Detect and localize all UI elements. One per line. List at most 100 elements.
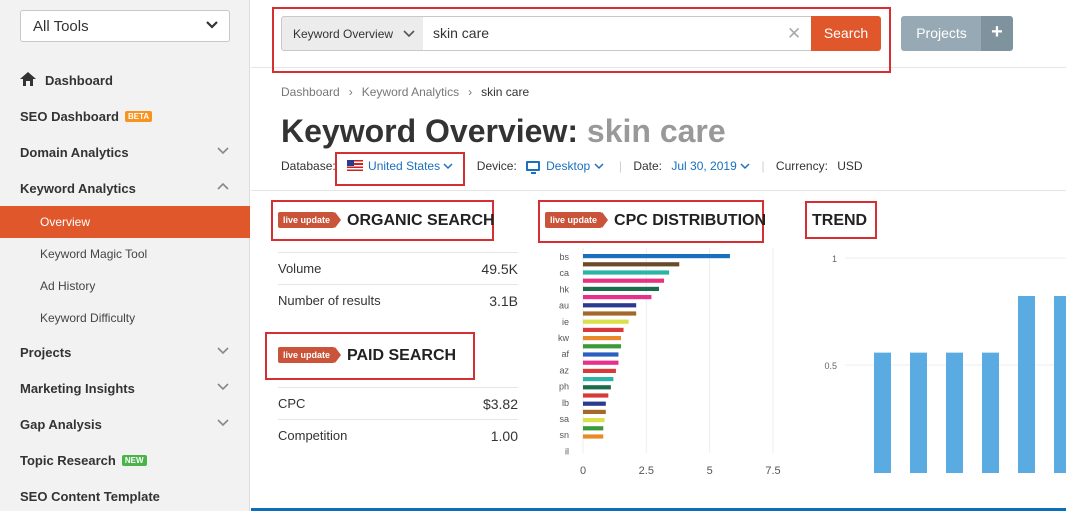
chevron-down-icon — [216, 417, 230, 432]
metric-value: 49.5K — [481, 260, 518, 277]
chevron-down-icon — [216, 345, 230, 360]
cpc-distribution-chart: bs ca hk au ie kw af az ph lb sa sn il 0 2.5 5 7.5 — [558, 248, 781, 477]
sidebar-item-label: Keyword Difficulty — [40, 311, 136, 325]
metric-value: 3.1B — [489, 292, 518, 309]
metric-row: Competition 1.00 — [278, 419, 518, 451]
search-input[interactable]: skin care — [423, 16, 812, 51]
x-tick-label: 2.5 — [639, 465, 654, 477]
category-label: sa — [559, 414, 569, 424]
live-update-badge: live update — [278, 212, 342, 228]
sidebar-item-seo-dashboard[interactable]: SEO Dashboard BETA — [0, 100, 250, 132]
cpc-bar — [583, 311, 637, 316]
breadcrumb-link[interactable]: Dashboard — [281, 85, 340, 99]
add-project-button[interactable]: + — [981, 16, 1013, 51]
x-tick-label: 0 — [580, 465, 586, 477]
sidebar-item-label: Overview — [40, 215, 91, 229]
cpc-bar — [583, 344, 621, 349]
cpc-bar — [583, 319, 629, 324]
organic-search-title: ORGANIC SEARCH — [347, 212, 495, 229]
category-label: au — [559, 301, 569, 311]
sidebar-item-label: SEO Content Template — [20, 488, 160, 504]
beta-badge: BETA — [124, 110, 153, 122]
cpc-bar — [583, 262, 680, 267]
sidebar-item-ad-history[interactable]: Ad History — [0, 270, 250, 302]
device-select[interactable]: Desktop — [526, 159, 607, 174]
trend-bar — [910, 352, 927, 473]
cpc-bar — [583, 303, 637, 308]
trend-bar — [874, 352, 891, 473]
metric-row: Volume 49.5K — [278, 252, 518, 284]
currency-label: Currency: — [775, 159, 828, 173]
live-update-badge: live update — [545, 212, 609, 228]
new-badge: NEW — [121, 454, 147, 466]
tools-select[interactable]: All Tools — [20, 10, 230, 42]
device-label: Device: — [476, 159, 517, 173]
sidebar-item-keyword-analytics[interactable]: Keyword Analytics — [0, 172, 250, 204]
cpc-bar — [583, 295, 652, 300]
breadcrumb-current: skin care — [481, 85, 530, 99]
sidebar-item-topic-research[interactable]: Topic Research NEW — [0, 444, 250, 476]
sidebar: All Tools Dashboard SEO Dashboard BETA D… — [0, 0, 250, 511]
sidebar-item-overview[interactable]: Overview — [0, 206, 250, 238]
projects-button[interactable]: Projects — [901, 16, 982, 51]
category-label: ie — [562, 317, 569, 327]
currency-value: USD — [837, 159, 863, 173]
paid-search-title: PAID SEARCH — [347, 347, 457, 364]
metric-value: $3.82 — [482, 395, 518, 412]
sidebar-item-projects[interactable]: Projects — [0, 336, 250, 368]
metric-label: Competition — [278, 428, 348, 443]
page-title: Keyword Overview: skin care — [281, 113, 726, 150]
breadcrumb: Dashboard › Keyword Analytics › skin care — [281, 85, 529, 99]
chevron-up-icon — [216, 181, 230, 196]
sidebar-item-keyword-difficulty[interactable]: Keyword Difficulty — [0, 302, 250, 334]
organic-search-heading: live update ORGANIC SEARCH — [278, 212, 495, 230]
sidebar-item-label: Keyword Magic Tool — [40, 247, 148, 261]
metric-label: CPC — [278, 396, 306, 411]
page-title-keyword: skin care — [586, 113, 726, 149]
cpc-bar — [583, 401, 606, 406]
sidebar-item-marketing-insights[interactable]: Marketing Insights — [0, 372, 250, 404]
chevron-down-icon — [403, 28, 415, 42]
close-icon[interactable]: ✕ — [787, 24, 801, 44]
tools-select-label: All Tools — [33, 18, 89, 35]
category-label: bs — [559, 252, 569, 262]
metric-label: Number of results — [278, 293, 381, 308]
category-label: il — [565, 446, 569, 456]
breadcrumb-link[interactable]: Keyword Analytics — [362, 85, 459, 99]
sidebar-item-domain-analytics[interactable]: Domain Analytics — [0, 136, 250, 168]
search-type-label: Keyword Overview — [293, 27, 394, 41]
sidebar-item-gap-analysis[interactable]: Gap Analysis — [0, 408, 250, 440]
cpc-bar — [583, 377, 614, 382]
cpc-bar — [583, 426, 604, 431]
sidebar-item-seo-content-template[interactable]: SEO Content Template — [0, 480, 250, 512]
trend-bar — [1018, 296, 1035, 473]
date-label: Date: — [633, 159, 663, 173]
trend-title: TREND — [812, 212, 868, 229]
search-button[interactable]: Search — [811, 16, 881, 51]
metric-row: CPC $3.82 — [278, 387, 518, 419]
x-tick-label: 7.5 — [765, 465, 780, 477]
sidebar-item-label: Dashboard — [45, 72, 113, 88]
y-tick-label: 1 — [832, 254, 837, 264]
chevron-right-icon: › — [468, 85, 473, 99]
category-label: ph — [559, 382, 569, 392]
device-value: Desktop — [546, 159, 591, 173]
cpc-bar — [583, 368, 616, 373]
sidebar-item-keyword-magic-tool[interactable]: Keyword Magic Tool — [0, 238, 250, 270]
category-label: az — [559, 365, 569, 375]
sidebar-item-label: Topic Research — [20, 452, 116, 468]
chevron-down-icon — [216, 145, 230, 160]
sidebar-item-label: Marketing Insights — [20, 380, 135, 396]
x-tick-label: 5 — [707, 465, 713, 477]
category-label: lb — [562, 398, 569, 408]
database-highlight — [335, 152, 465, 186]
trend-bar — [982, 352, 999, 473]
chevron-down-icon — [740, 159, 750, 173]
cpc-bar — [583, 286, 659, 291]
category-label: ca — [559, 268, 569, 278]
sidebar-item-dashboard[interactable]: Dashboard — [0, 64, 250, 96]
cpc-bar — [583, 393, 609, 398]
sidebar-item-label: SEO Dashboard — [20, 108, 119, 124]
search-type-select[interactable]: Keyword Overview — [281, 16, 424, 51]
date-select[interactable]: Jul 30, 2019 — [671, 159, 753, 173]
